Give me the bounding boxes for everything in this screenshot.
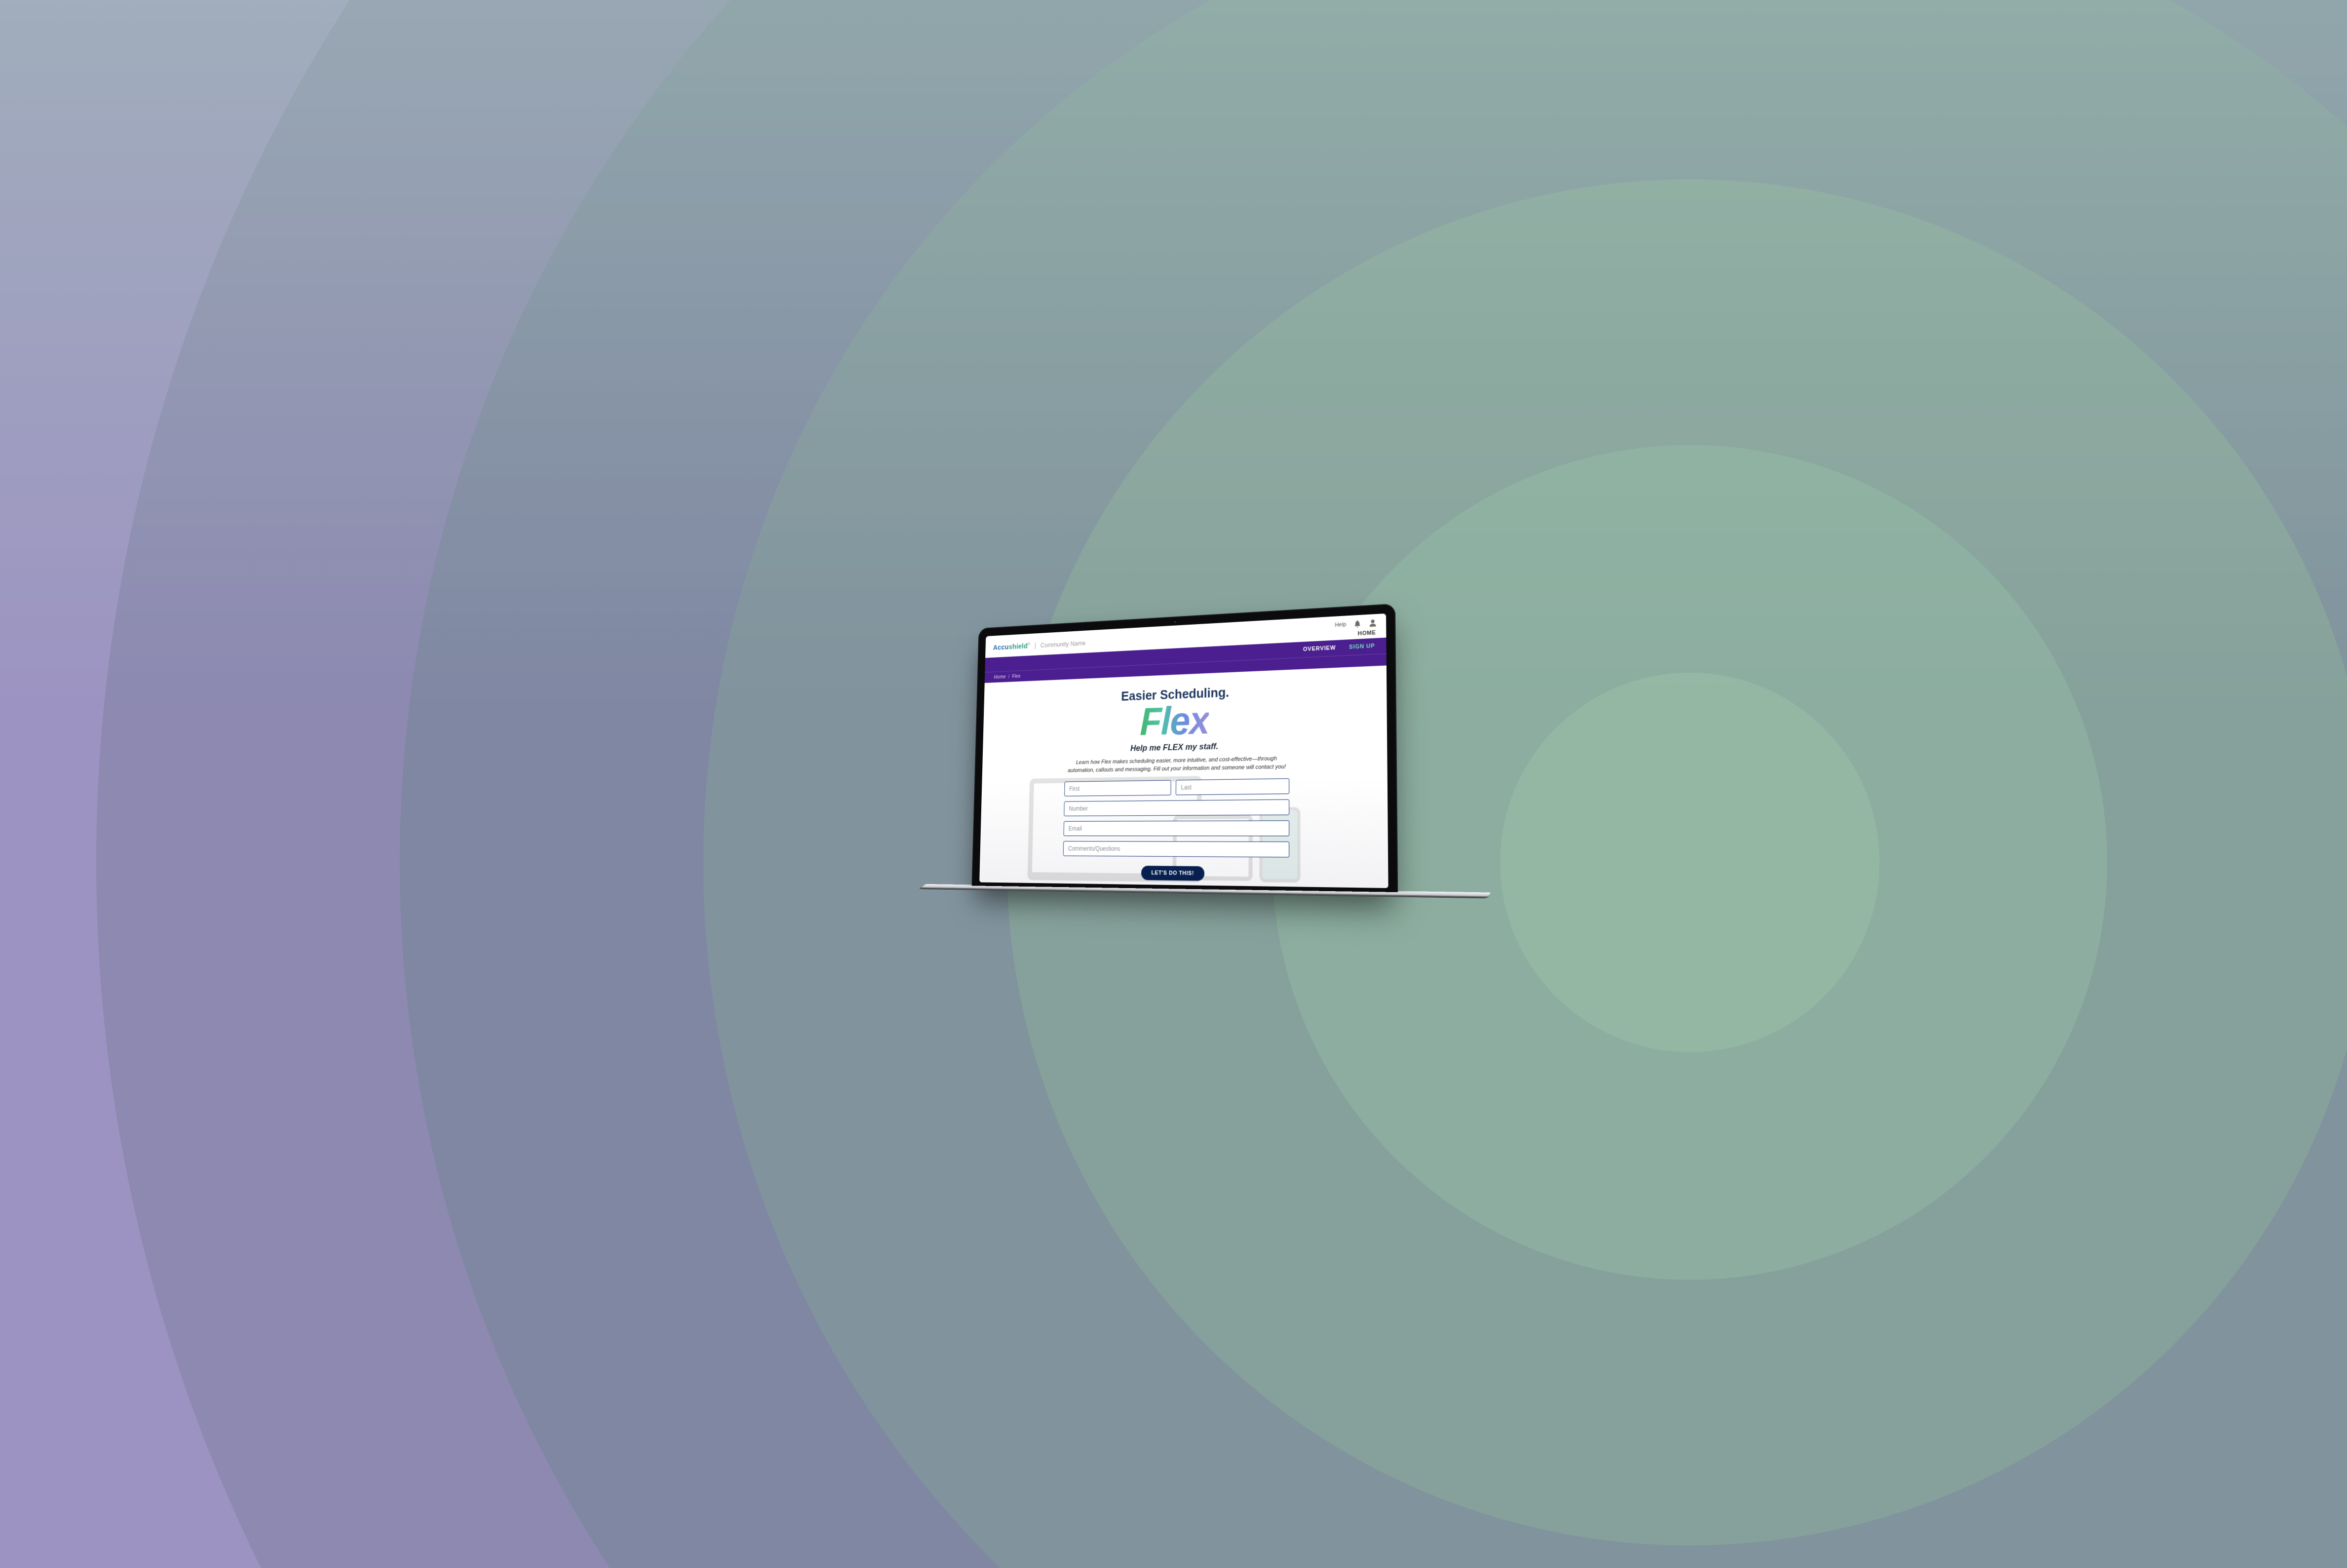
- brand-part1: Accu: [993, 643, 1009, 652]
- signup-form: LET'S DO THIS!: [1062, 778, 1289, 882]
- app-screen: Accushield® | Community Name Help: [979, 613, 1388, 888]
- brand-part2: shield: [1009, 642, 1028, 651]
- brand-trademark: ®: [1027, 641, 1030, 646]
- top-right-block: Help HOME: [1334, 619, 1376, 638]
- nav-overview[interactable]: OVERVIEW: [1303, 644, 1336, 652]
- user-account-icon[interactable]: [1368, 619, 1376, 627]
- laptop-ports: [1432, 890, 1476, 892]
- home-link[interactable]: HOME: [1358, 630, 1376, 637]
- top-utility-row: Help: [1334, 619, 1376, 629]
- flex-hero-word: Flex: [1139, 702, 1209, 739]
- laptop-mock: Accushield® | Community Name Help: [971, 603, 1398, 896]
- breadcrumb-separator: /: [1008, 674, 1010, 679]
- brand-block: Accushield® | Community Name: [993, 639, 1086, 652]
- page-subtitle: Help me FLEX my staff.: [1130, 741, 1218, 753]
- first-name-field[interactable]: [1064, 780, 1171, 796]
- content-fade-overlay: [979, 762, 1388, 888]
- help-link[interactable]: Help: [1334, 621, 1346, 628]
- main-content: Easier Scheduling. Flex Help me FLEX my …: [979, 665, 1388, 888]
- bell-icon[interactable]: [1353, 619, 1361, 628]
- email-field[interactable]: [1063, 820, 1289, 836]
- breadcrumb-home[interactable]: Home: [993, 674, 1006, 680]
- community-name-label: Community Name: [1040, 639, 1085, 648]
- intro-blurb: Learn how Flex makes scheduling easier, …: [1067, 754, 1287, 775]
- nav-signup[interactable]: SIGN UP: [1349, 642, 1374, 650]
- laptop-screen-wrap: Accushield® | Community Name Help: [971, 603, 1398, 896]
- comments-field[interactable]: [1063, 841, 1289, 857]
- phone-number-field[interactable]: [1064, 799, 1289, 816]
- breadcrumb-current: Flex: [1012, 673, 1020, 679]
- brand-logo[interactable]: Accushield®: [993, 641, 1030, 652]
- last-name-field[interactable]: [1175, 778, 1289, 795]
- laptop-mock-stage: Accushield® | Community Name Help: [0, 0, 2347, 1568]
